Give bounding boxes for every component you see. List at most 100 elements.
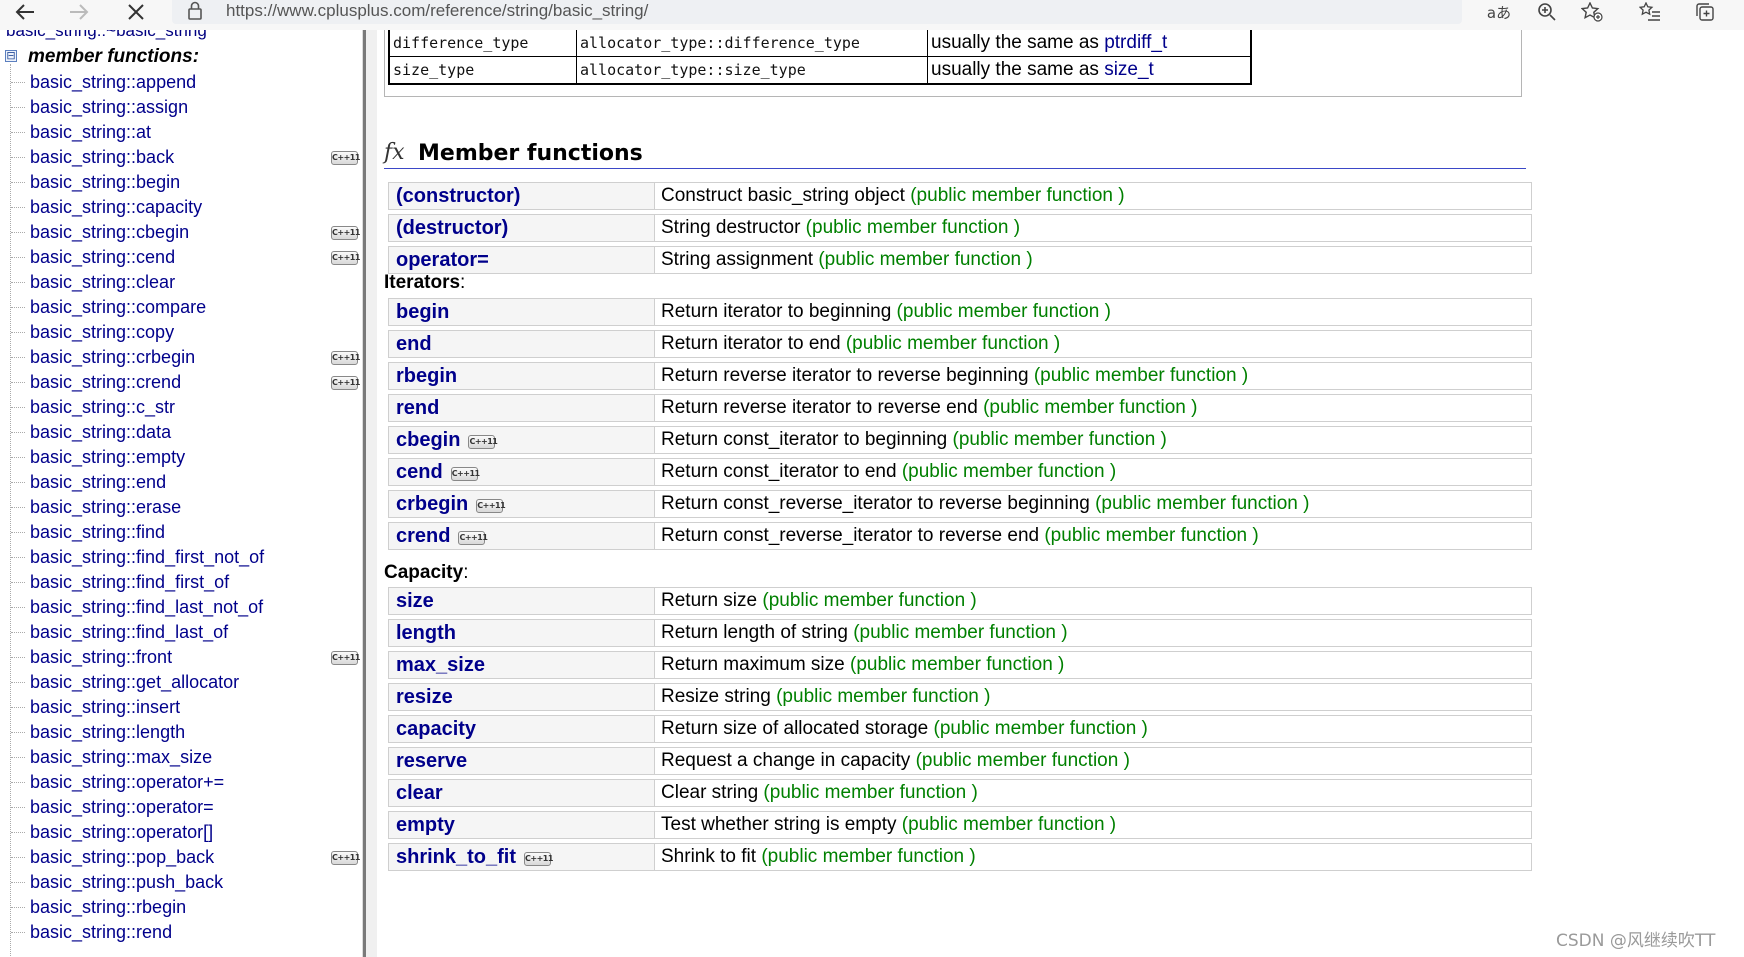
sidebar-item[interactable]: basic_string::erase [0,495,362,520]
function-link[interactable]: max_size [396,654,485,676]
sidebar-item-label[interactable]: basic_string::clear [30,270,175,295]
sidebar-item-label[interactable]: basic_string::push_back [30,870,223,895]
function-link[interactable]: shrink_to_fit [396,846,516,868]
sidebar-item-label[interactable]: basic_string::find_first_of [30,570,229,595]
sidebar-item-label[interactable]: basic_string::insert [30,695,180,720]
public-member-function-tag[interactable]: (public member function ) [806,217,1020,238]
add-favorite-button[interactable] [1577,0,1607,24]
sidebar-item-label[interactable]: basic_string::append [30,70,196,95]
function-link[interactable]: empty [396,814,455,836]
sidebar-item-label[interactable]: basic_string::empty [30,445,185,470]
function-link[interactable]: size [396,590,434,612]
sidebar-item[interactable]: basic_string::insert [0,695,362,720]
back-button[interactable] [10,0,40,24]
function-link[interactable]: (constructor) [396,185,520,207]
sidebar-item[interactable]: basic_string::at [0,120,362,145]
url-text[interactable]: https://www.cplusplus.com/reference/stri… [226,0,648,22]
public-member-function-tag[interactable]: (public member function ) [902,461,1116,482]
sidebar-item-label[interactable]: basic_string::rbegin [30,895,186,920]
sidebar-item[interactable]: basic_string::compare [0,295,362,320]
sidebar-item[interactable]: basic_string::find_first_not_of [0,545,362,570]
collapse-toggle[interactable]: ⊟ [5,50,17,62]
function-link[interactable]: reserve [396,750,467,772]
function-link[interactable]: (destructor) [396,217,508,239]
sidebar-item[interactable]: basic_string::find_last_not_of [0,595,362,620]
sidebar-item-destructor[interactable]: basic_string::~basic_string [6,30,207,41]
sidebar-item-label[interactable]: basic_string::at [30,120,151,145]
public-member-function-tag[interactable]: (public member function ) [846,333,1060,354]
public-member-function-tag[interactable]: (public member function ) [1095,493,1309,514]
sidebar-item-label[interactable]: basic_string::assign [30,95,188,120]
function-link[interactable]: end [396,333,432,355]
sidebar-item[interactable]: basic_string::copy [0,320,362,345]
sidebar-item[interactable]: basic_string::operator= [0,795,362,820]
sidebar-item-label[interactable]: basic_string::data [30,420,171,445]
sidebar-item[interactable]: basic_string::rbegin [0,895,362,920]
sidebar-item-label[interactable]: basic_string::front [30,645,172,670]
sidebar-item[interactable]: basic_string::push_back [0,870,362,895]
public-member-function-tag[interactable]: (public member function ) [897,301,1111,322]
function-link[interactable]: clear [396,782,443,804]
sidebar-item-label[interactable]: basic_string::cbegin [30,220,189,245]
public-member-function-tag[interactable]: (public member function ) [850,654,1064,675]
sidebar-item-label[interactable]: basic_string::compare [30,295,206,320]
sidebar-item-label[interactable]: basic_string::find [30,520,165,545]
sidebar-item[interactable]: basic_string::front C++11 [0,645,362,670]
sidebar-item-label[interactable]: basic_string::operator[] [30,820,213,845]
public-member-function-tag[interactable]: (public member function ) [953,429,1167,450]
sidebar-item[interactable]: basic_string::operator[] [0,820,362,845]
public-member-function-tag[interactable]: (public member function ) [916,750,1130,771]
sidebar-item-label[interactable]: basic_string::pop_back [30,845,214,870]
public-member-function-tag[interactable]: (public member function ) [910,185,1124,206]
sidebar-item[interactable]: basic_string::capacity [0,195,362,220]
sidebar-item-label[interactable]: basic_string::copy [30,320,174,345]
sidebar-item-label[interactable]: basic_string::cend [30,245,175,270]
sidebar-item[interactable]: basic_string::find_first_of [0,570,362,595]
sidebar-item[interactable]: basic_string::assign [0,95,362,120]
sidebar-item[interactable]: basic_string::begin [0,170,362,195]
sidebar-item[interactable]: basic_string::clear [0,270,362,295]
public-member-function-tag[interactable]: (public member function ) [1044,525,1258,546]
sidebar-item-label[interactable]: basic_string::operator= [30,795,214,820]
sidebar-item-label[interactable]: basic_string::crend [30,370,181,395]
public-member-function-tag[interactable]: (public member function ) [763,782,977,803]
sidebar-item[interactable]: basic_string::back C++11 [0,145,362,170]
sidebar-item[interactable]: basic_string::operator+= [0,770,362,795]
public-member-function-tag[interactable]: (public member function ) [1034,365,1248,386]
zoom-button[interactable] [1532,0,1562,24]
favorites-button[interactable] [1635,0,1665,24]
function-link[interactable]: crend [396,525,450,547]
sidebar-item[interactable]: basic_string::length [0,720,362,745]
sidebar-splitter[interactable] [363,30,366,957]
function-link[interactable]: operator= [396,249,489,271]
sidebar-item[interactable]: basic_string::cbegin C++11 [0,220,362,245]
function-link[interactable]: rend [396,397,439,419]
sidebar-item-label[interactable]: basic_string::rend [30,920,172,945]
sidebar-item[interactable]: basic_string::crbegin C++11 [0,345,362,370]
sidebar-item[interactable]: basic_string::c_str [0,395,362,420]
sidebar-item-label[interactable]: basic_string::back [30,145,174,170]
sidebar-item-label[interactable]: basic_string::crbegin [30,345,195,370]
public-member-function-tag[interactable]: (public member function ) [934,718,1148,739]
function-link[interactable]: capacity [396,718,476,740]
sidebar-item[interactable]: basic_string::empty [0,445,362,470]
stop-button[interactable] [121,0,151,24]
function-link[interactable]: begin [396,301,449,323]
public-member-function-tag[interactable]: (public member function ) [762,590,976,611]
public-member-function-tag[interactable]: (public member function ) [776,686,990,707]
sidebar-item-label[interactable]: basic_string::find_last_not_of [30,595,263,620]
sidebar-item-label[interactable]: basic_string::find_last_of [30,620,228,645]
member-type-link[interactable]: size_t [1104,59,1154,80]
read-aloud-button[interactable]: aあ [1484,0,1514,24]
sidebar-item[interactable]: basic_string::pop_back C++11 [0,845,362,870]
sidebar-item-label[interactable]: basic_string::operator+= [30,770,224,795]
sidebar-item[interactable]: basic_string::append [0,70,362,95]
sidebar-item-label[interactable]: basic_string::begin [30,170,180,195]
member-type-link[interactable]: ptrdiff_t [1104,32,1167,53]
public-member-function-tag[interactable]: (public member function ) [902,814,1116,835]
sidebar-item-label[interactable]: basic_string::capacity [30,195,202,220]
public-member-function-tag[interactable]: (public member function ) [853,622,1067,643]
public-member-function-tag[interactable]: (public member function ) [761,846,975,867]
function-link[interactable]: cbegin [396,429,460,451]
function-link[interactable]: resize [396,686,453,708]
